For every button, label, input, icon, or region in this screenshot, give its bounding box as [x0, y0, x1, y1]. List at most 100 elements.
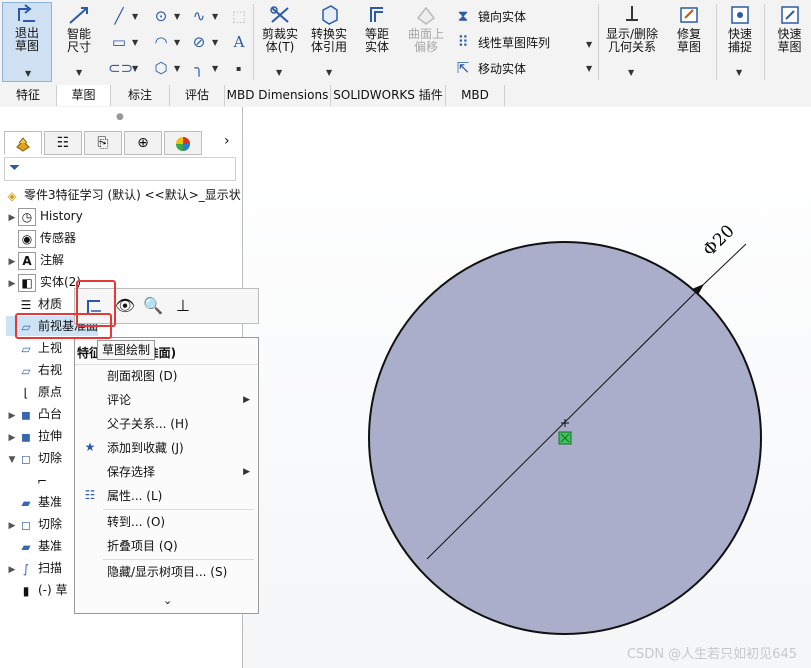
- chevron-down-icon[interactable]: ▼: [174, 12, 180, 21]
- tab-evaluate[interactable]: 评估: [170, 85, 225, 106]
- chevron-right-icon[interactable]: ▶: [6, 428, 18, 448]
- repair-sketch-button[interactable]: 修复草图: [667, 4, 711, 54]
- display-manager-tab[interactable]: [164, 131, 202, 155]
- configuration-icon: ⎘: [97, 135, 109, 151]
- chevron-down-icon[interactable]: ▼: [6, 450, 18, 470]
- slot-icon[interactable]: ⊂⊃: [108, 58, 133, 78]
- tree-item-plane-2[interactable]: ▰ 基准: [6, 536, 62, 556]
- tree-item-material[interactable]: ☰ 材质: [6, 294, 62, 314]
- panel-grip-icon[interactable]: ●: [116, 112, 124, 122]
- chevron-right-icon[interactable]: ▶: [6, 274, 18, 294]
- tree-item-origin[interactable]: ⌊ 原点: [6, 382, 62, 402]
- text-icon[interactable]: A: [228, 32, 250, 52]
- line-icon[interactable]: ╱: [108, 6, 130, 26]
- chevron-down-icon[interactable]: ▼: [132, 12, 138, 21]
- property-manager-tab[interactable]: ☷: [44, 131, 82, 155]
- menu-item-hide-show-tree-items[interactable]: 隐藏/显示树项目... (S): [107, 562, 227, 582]
- chevron-down-icon[interactable]: ▼: [628, 66, 634, 79]
- normal-to-button[interactable]: ⊥: [169, 293, 197, 319]
- quick-snaps-button[interactable]: 快速捕捉 ▼: [720, 4, 760, 77]
- chevron-right-icon[interactable]: ▶: [6, 252, 18, 272]
- tab-solidworks-addins[interactable]: SOLIDWORKS 插件: [331, 85, 446, 106]
- chevron-down-icon[interactable]: ▼: [212, 64, 218, 73]
- offset-on-surface-button[interactable]: 曲面上偏移: [403, 4, 449, 54]
- tab-features[interactable]: 特征: [0, 85, 57, 106]
- dimxpert-manager-tab[interactable]: ⊕: [124, 131, 162, 155]
- display-delete-relations-button[interactable]: 显示/删除几何关系 ▼: [602, 4, 662, 77]
- chevron-down-icon[interactable]: ▼: [586, 64, 592, 73]
- convert-entities-button[interactable]: 转换实体引用 ▼: [306, 4, 352, 77]
- tree-item-cut-2[interactable]: ▶ ◻ 切除: [6, 514, 62, 534]
- menu-item-properties[interactable]: 属性... (L): [107, 486, 162, 506]
- tree-item-solid-bodies[interactable]: ▶ ◧ 实体(2): [6, 272, 81, 292]
- tree-item-sketch-child[interactable]: ⌐: [34, 470, 54, 490]
- chevron-down-icon[interactable]: ▼: [174, 38, 180, 47]
- configuration-manager-tab[interactable]: ⎘: [84, 131, 122, 155]
- tree-filter-box[interactable]: ⏷: [4, 157, 236, 181]
- chevron-right-icon[interactable]: ▶: [6, 208, 18, 228]
- diameter-dimension-label[interactable]: Φ20: [699, 221, 738, 260]
- chevron-down-icon[interactable]: ▼: [132, 64, 138, 73]
- tree-item-cut[interactable]: ▼ ◻ 切除: [6, 448, 62, 468]
- tree-item-sensors[interactable]: ◉ 传感器: [6, 228, 76, 248]
- chevron-down-icon[interactable]: ▼: [212, 12, 218, 21]
- tree-root-part[interactable]: ◈ 零件3特征学习 (默认) <<默认>_显示状: [4, 185, 240, 205]
- tree-item-right-plane[interactable]: ▱ 右视: [6, 360, 62, 380]
- tree-item-boss[interactable]: ▶ ◼ 凸台: [6, 404, 62, 424]
- tree-item-sketch-last[interactable]: ▮ (-) 草: [6, 580, 68, 600]
- menu-item-comment[interactable]: 评论: [107, 390, 131, 410]
- chevron-right-icon[interactable]: ▶: [6, 560, 18, 580]
- tree-item-annotations[interactable]: ▶ A 注解: [6, 250, 64, 270]
- menu-item-go-to[interactable]: 转到... (O): [107, 512, 165, 532]
- smart-dimension-button[interactable]: 智能尺寸 ▼: [56, 4, 102, 77]
- tab-sketch[interactable]: 草图: [57, 85, 111, 106]
- menu-item-collapse-items[interactable]: 折叠项目 (Q): [107, 536, 178, 556]
- rapid-sketch-button[interactable]: 快速草图: [768, 4, 811, 54]
- tab-mbd[interactable]: MBD: [446, 85, 505, 106]
- tree-item-plane-1[interactable]: ▰ 基准: [6, 492, 62, 512]
- tree-item-sweep[interactable]: ▶ ∫ 扫描: [6, 558, 62, 578]
- chevron-right-icon[interactable]: ▶: [6, 516, 18, 536]
- chevron-right-icon[interactable]: ›: [224, 133, 230, 149]
- circle-icon[interactable]: ⊙: [150, 6, 172, 26]
- tab-mbd-dimensions[interactable]: MBD Dimensions: [225, 85, 331, 106]
- menu-item-parent-child[interactable]: 父子关系... (H): [107, 414, 189, 434]
- tree-item-extrude[interactable]: ▶ ◼ 拉伸: [6, 426, 62, 446]
- trim-entities-button[interactable]: 剪裁实体(T) ▼: [258, 4, 302, 77]
- exit-sketch-button[interactable]: 退出草图 ▼: [2, 2, 52, 82]
- chevron-down-icon[interactable]: ▼: [76, 66, 82, 79]
- spline-icon[interactable]: ∿: [188, 6, 210, 26]
- polygon-icon[interactable]: ⬡: [150, 58, 172, 78]
- move-entities-button[interactable]: 移动实体: [478, 60, 526, 77]
- menu-item-section-view[interactable]: 剖面视图 (D): [107, 366, 177, 386]
- chevron-down-icon[interactable]: ▼: [586, 40, 592, 49]
- linear-pattern-button[interactable]: 线性草图阵列: [478, 34, 550, 51]
- feature-manager-tab[interactable]: [4, 131, 42, 155]
- chevron-right-icon[interactable]: ▶: [6, 406, 18, 426]
- fillet-icon[interactable]: ╮: [188, 58, 210, 78]
- point-icon[interactable]: ▪: [236, 64, 241, 73]
- mirror-entities-button[interactable]: 镜向实体: [478, 8, 526, 25]
- menu-expand-icon[interactable]: ⌄: [163, 594, 172, 607]
- rectangle-icon[interactable]: ▭: [108, 32, 130, 52]
- sketch-canvas[interactable]: Φ20: [243, 107, 811, 668]
- chevron-down-icon[interactable]: ▼: [212, 38, 218, 47]
- tab-markup[interactable]: 标注: [111, 85, 170, 106]
- construction-geometry-icon[interactable]: ⬚: [228, 6, 250, 26]
- offset-entities-button[interactable]: 等距实体: [355, 4, 399, 54]
- menu-item-add-to-favorites[interactable]: 添加到收藏 (J): [107, 438, 184, 458]
- chevron-down-icon[interactable]: ▼: [174, 64, 180, 73]
- chevron-down-icon[interactable]: ▼: [736, 66, 742, 79]
- cut-icon: ◻: [21, 517, 31, 532]
- tree-item-history[interactable]: ▶ ◷ History: [6, 206, 83, 226]
- plane-icon: ▰: [21, 495, 31, 510]
- ellipse-icon[interactable]: ⊘: [188, 32, 210, 52]
- menu-item-save-selection[interactable]: 保存选择: [107, 462, 155, 482]
- chevron-down-icon[interactable]: ▼: [25, 67, 31, 80]
- chevron-down-icon[interactable]: ▼: [326, 66, 332, 79]
- zoom-to-selection-button[interactable]: 🔍: [139, 293, 167, 319]
- tree-item-top-plane[interactable]: ▱ 上视: [6, 338, 62, 358]
- arc-icon[interactable]: ◠: [150, 32, 172, 52]
- chevron-down-icon[interactable]: ▼: [276, 66, 282, 79]
- chevron-down-icon[interactable]: ▼: [132, 38, 138, 47]
